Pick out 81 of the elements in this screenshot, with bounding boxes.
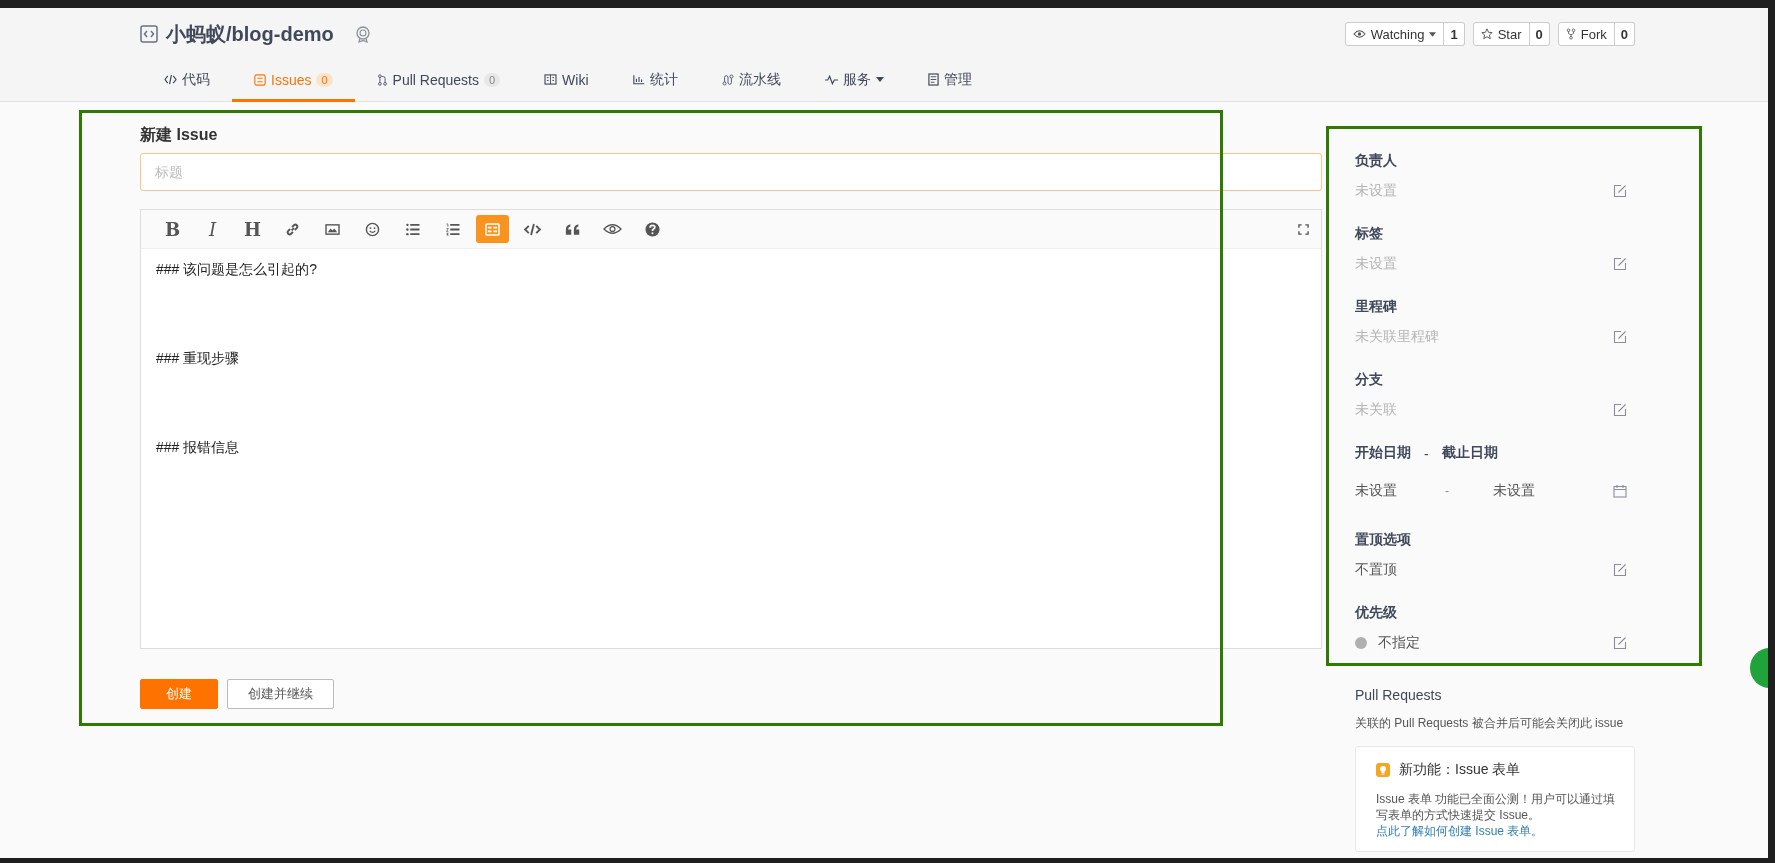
eye-icon	[603, 223, 622, 235]
table-icon	[485, 222, 500, 236]
lightbulb-icon	[1376, 763, 1390, 777]
field-value: 未设置	[1355, 255, 1397, 273]
repo-tab[interactable]: 管理	[905, 60, 994, 102]
link-icon	[285, 221, 300, 237]
repo-action-count: 0	[1614, 22, 1635, 46]
repo-tab[interactable]: 服务	[802, 60, 906, 102]
calendar-icon[interactable]	[1613, 484, 1627, 498]
editor-text-line: ### 报错信息	[156, 439, 241, 457]
fullscreen-icon[interactable]	[1298, 223, 1309, 235]
pull-requests-note: 关联的 Pull Requests 被合并后可能会关闭此 issue	[1355, 715, 1625, 732]
repo-action-count: 1	[1444, 22, 1465, 46]
repo-tab[interactable]: 流水线	[699, 60, 803, 102]
branch-merge-icon	[376, 73, 388, 86]
start-date-value[interactable]: 未设置	[1355, 482, 1445, 500]
list-box-icon	[254, 73, 266, 86]
create-continue-button[interactable]: 创建并继续	[227, 679, 334, 709]
field-value: 未设置	[1355, 182, 1397, 200]
edit-icon[interactable]	[1613, 257, 1627, 271]
edit-icon[interactable]	[1613, 184, 1627, 198]
image-icon	[325, 222, 340, 236]
title-input-field[interactable]: 标题	[140, 153, 1322, 191]
repo-action-button[interactable]: Watching	[1344, 22, 1445, 46]
tab-count: 0	[316, 72, 333, 87]
date-separator: -	[1424, 446, 1429, 462]
code-icon	[164, 74, 177, 85]
star-icon	[1480, 28, 1493, 40]
edit-icon[interactable]	[1613, 403, 1627, 417]
end-date-value[interactable]: 未设置	[1493, 482, 1535, 500]
field-title: 标签	[1355, 225, 1384, 243]
field-value: 未关联里程碑	[1355, 328, 1439, 346]
field-value: 不置顶	[1355, 561, 1397, 579]
repo-tab[interactable]: 统计	[610, 60, 700, 102]
repo-action-button[interactable]: Star	[1472, 22, 1530, 46]
editor-text-line: ### 该问题是怎么引起的?	[156, 261, 319, 279]
form-heading: 新建 Issue	[140, 125, 219, 145]
help-icon	[645, 221, 660, 237]
field-title: 优先级	[1355, 604, 1398, 622]
repo-tab[interactable]: 代码	[140, 60, 232, 102]
bulleted-list-icon	[404, 222, 421, 236]
notice-text: Issue 表单 功能已全面公测！用户可以通过填写表单的方式快速提交 Issue。 点此了解如何创建 Issue 表单。	[1376, 791, 1617, 839]
toolbar-italic-button[interactable]: I	[196, 215, 229, 243]
date-separator: -	[1445, 484, 1450, 498]
repo-action-button[interactable]: Fork	[1557, 22, 1615, 46]
quote-icon	[564, 222, 581, 236]
repo-name[interactable]: 小蚂蚁/blog-demo	[166, 20, 334, 48]
pulse-icon	[824, 74, 838, 85]
field-title: 负责人	[1355, 152, 1398, 170]
toolbar-bold-button[interactable]: B	[156, 215, 189, 243]
document-icon	[927, 73, 939, 86]
book-icon	[544, 74, 558, 85]
field-title: 里程碑	[1355, 298, 1398, 316]
field-value: 不指定	[1378, 634, 1420, 652]
medal-icon[interactable]	[353, 25, 372, 43]
editor-text-line: ### 重现步骤	[156, 350, 241, 368]
pipeline-icon	[721, 73, 734, 86]
repo-tab[interactable]: Pull Requests 0	[354, 60, 523, 102]
toolbar-heading-button[interactable]: H	[236, 215, 269, 243]
fork-icon	[1565, 28, 1576, 40]
bar-chart-icon	[632, 74, 645, 85]
eye-icon	[1352, 29, 1366, 39]
learn-more-link[interactable]: 点此了解如何创建 Issue 表单。	[1376, 824, 1544, 838]
smiley-icon	[365, 221, 380, 237]
notice-title: 新功能：Issue 表单	[1399, 761, 1521, 779]
edit-icon[interactable]	[1613, 636, 1627, 650]
field-title: 分支	[1355, 371, 1384, 389]
caret-icon	[1429, 31, 1437, 37]
code-repo-icon	[140, 25, 158, 43]
repo-tab[interactable]: Wiki	[522, 60, 611, 102]
field-title: 开始日期	[1355, 444, 1411, 462]
numbered-list-icon	[444, 222, 461, 236]
field-title: 置顶选项	[1355, 531, 1412, 549]
edit-icon[interactable]	[1613, 330, 1627, 344]
code-icon	[524, 222, 541, 236]
field-title: 截止日期	[1441, 444, 1498, 462]
repo-action-count: 0	[1529, 22, 1550, 46]
tab-count: 0	[484, 72, 501, 87]
field-value: 未关联	[1355, 401, 1397, 419]
edit-icon[interactable]	[1613, 563, 1627, 577]
pull-requests-heading: Pull Requests	[1355, 687, 1443, 703]
